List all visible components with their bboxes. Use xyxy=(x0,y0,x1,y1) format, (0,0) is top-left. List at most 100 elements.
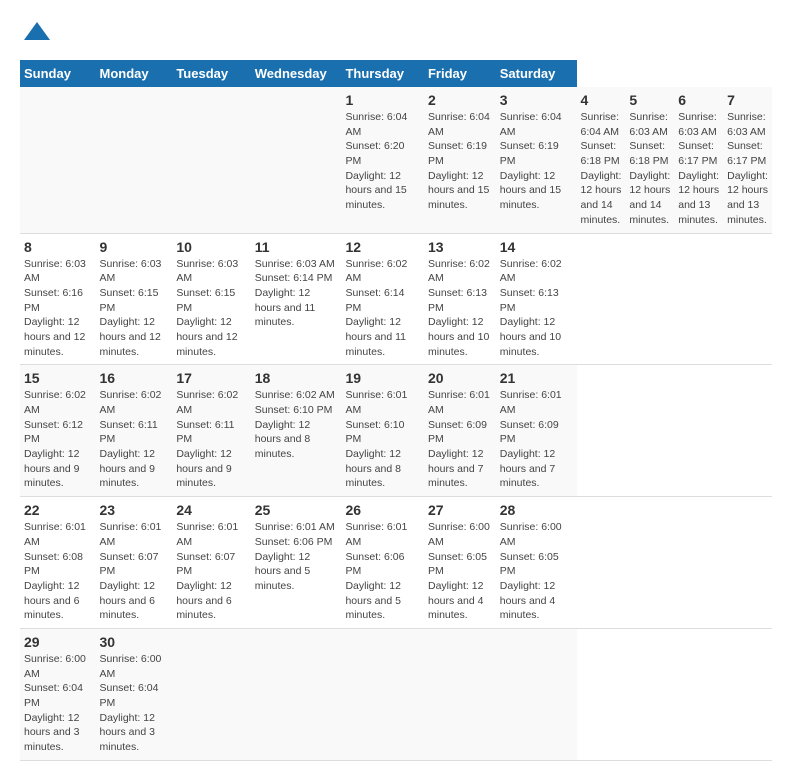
calendar-cell: 15Sunrise: 6:02 AMSunset: 6:12 PMDayligh… xyxy=(20,365,96,497)
day-info: Sunrise: 6:02 AMSunset: 6:10 PMDaylight:… xyxy=(255,388,338,461)
day-info: Sunrise: 6:02 AMSunset: 6:13 PMDaylight:… xyxy=(500,257,573,360)
calendar-cell: 13 Sunrise: 6:02 AMSunset: 6:13 PMDayligh… xyxy=(424,233,496,365)
day-number: 27 xyxy=(428,502,492,518)
calendar-cell: 14 Sunrise: 6:02 AMSunset: 6:13 PMDayligh… xyxy=(496,233,577,365)
day-info: Sunrise: 6:01 AMSunset: 6:09 PMDaylight:… xyxy=(500,388,573,491)
calendar-cell: 20 Sunrise: 6:01 AMSunset: 6:09 PMDayligh… xyxy=(424,365,496,497)
calendar-cell xyxy=(251,628,342,760)
day-number: 13 xyxy=(428,239,492,255)
calendar-cell: 26 Sunrise: 6:01 AMSunset: 6:06 PMDayligh… xyxy=(341,497,424,629)
day-number: 21 xyxy=(500,370,573,386)
day-info: Sunrise: 6:02 AMSunset: 6:14 PMDaylight:… xyxy=(345,257,420,360)
weekday-header-friday: Friday xyxy=(424,60,496,87)
day-info: Sunrise: 6:03 AMSunset: 6:15 PMDaylight:… xyxy=(100,257,169,360)
calendar-week-3: 15Sunrise: 6:02 AMSunset: 6:12 PMDayligh… xyxy=(20,365,772,497)
calendar-cell: 24 Sunrise: 6:01 AMSunset: 6:07 PMDayligh… xyxy=(172,497,250,629)
calendar-cell: 16 Sunrise: 6:02 AMSunset: 6:11 PMDayligh… xyxy=(96,365,173,497)
day-info: Sunrise: 6:01 AMSunset: 6:07 PMDaylight:… xyxy=(100,520,169,623)
day-number: 6 xyxy=(678,92,719,108)
calendar-cell: 25 Sunrise: 6:01 AMSunset: 6:06 PMDayligh… xyxy=(251,497,342,629)
calendar-cell: 1 Sunrise: 6:04 AMSunset: 6:20 PMDaylight… xyxy=(341,87,424,233)
day-info: Sunrise: 6:01 AMSunset: 6:06 PMDaylight:… xyxy=(255,520,338,593)
calendar-cell xyxy=(424,628,496,760)
day-info: Sunrise: 6:03 AMSunset: 6:17 PMDaylight:… xyxy=(678,110,719,228)
weekday-header-row: SundayMondayTuesdayWednesdayThursdayFrid… xyxy=(20,60,772,87)
calendar-cell: 9Sunrise: 6:03 AMSunset: 6:15 PMDaylight… xyxy=(96,233,173,365)
calendar-cell: 28 Sunrise: 6:00 AMSunset: 6:05 PMDayligh… xyxy=(496,497,577,629)
day-info: Sunrise: 6:01 AMSunset: 6:08 PMDaylight:… xyxy=(24,520,92,623)
calendar-cell: 18 Sunrise: 6:02 AMSunset: 6:10 PMDayligh… xyxy=(251,365,342,497)
calendar-cell xyxy=(172,628,250,760)
day-info: Sunrise: 6:02 AMSunset: 6:13 PMDaylight:… xyxy=(428,257,492,360)
calendar-cell xyxy=(96,87,173,233)
day-info: Sunrise: 6:03 AMSunset: 6:14 PMDaylight:… xyxy=(255,257,338,330)
logo-icon xyxy=(22,20,52,50)
day-number: 15 xyxy=(24,370,92,386)
day-number: 19 xyxy=(345,370,420,386)
day-number: 11 xyxy=(255,239,338,255)
day-info: Sunrise: 6:00 AMSunset: 6:05 PMDaylight:… xyxy=(500,520,573,623)
calendar-week-5: 29 Sunrise: 6:00 AMSunset: 6:04 PMDayligh… xyxy=(20,628,772,760)
day-number: 3 xyxy=(500,92,573,108)
day-number: 26 xyxy=(345,502,420,518)
day-number: 25 xyxy=(255,502,338,518)
calendar-cell: 19 Sunrise: 6:01 AMSunset: 6:10 PMDayligh… xyxy=(341,365,424,497)
calendar-cell: 21 Sunrise: 6:01 AMSunset: 6:09 PMDayligh… xyxy=(496,365,577,497)
day-info: Sunrise: 6:01 AMSunset: 6:10 PMDaylight:… xyxy=(345,388,420,491)
day-number: 24 xyxy=(176,502,246,518)
day-number: 18 xyxy=(255,370,338,386)
calendar-cell xyxy=(172,87,250,233)
calendar-week-4: 22 Sunrise: 6:01 AMSunset: 6:08 PMDayligh… xyxy=(20,497,772,629)
calendar-cell: 4Sunrise: 6:04 AMSunset: 6:18 PMDaylight… xyxy=(577,87,626,233)
calendar-cell xyxy=(496,628,577,760)
day-number: 29 xyxy=(24,634,92,650)
day-number: 20 xyxy=(428,370,492,386)
day-number: 22 xyxy=(24,502,92,518)
day-number: 10 xyxy=(176,239,246,255)
day-info: Sunrise: 6:01 AMSunset: 6:06 PMDaylight:… xyxy=(345,520,420,623)
weekday-header-sunday: Sunday xyxy=(20,60,96,87)
day-info: Sunrise: 6:00 AMSunset: 6:04 PMDaylight:… xyxy=(24,652,92,755)
calendar-cell: 6 Sunrise: 6:03 AMSunset: 6:17 PMDaylight… xyxy=(674,87,723,233)
day-info: Sunrise: 6:00 AMSunset: 6:04 PMDaylight:… xyxy=(100,652,169,755)
day-info: Sunrise: 6:02 AMSunset: 6:11 PMDaylight:… xyxy=(100,388,169,491)
calendar-cell: 30Sunrise: 6:00 AMSunset: 6:04 PMDayligh… xyxy=(96,628,173,760)
day-info: Sunrise: 6:04 AMSunset: 6:18 PMDaylight:… xyxy=(581,110,622,228)
day-number: 28 xyxy=(500,502,573,518)
day-info: Sunrise: 6:03 AMSunset: 6:15 PMDaylight:… xyxy=(176,257,246,360)
weekday-header-tuesday: Tuesday xyxy=(172,60,250,87)
weekday-header-saturday: Saturday xyxy=(496,60,577,87)
calendar-cell: 17Sunrise: 6:02 AMSunset: 6:11 PMDayligh… xyxy=(172,365,250,497)
day-info: Sunrise: 6:03 AMSunset: 6:16 PMDaylight:… xyxy=(24,257,92,360)
day-number: 5 xyxy=(629,92,670,108)
day-info: Sunrise: 6:04 AMSunset: 6:19 PMDaylight:… xyxy=(500,110,573,213)
weekday-header-monday: Monday xyxy=(96,60,173,87)
calendar-cell: 3 Sunrise: 6:04 AMSunset: 6:19 PMDaylight… xyxy=(496,87,577,233)
day-info: Sunrise: 6:04 AMSunset: 6:19 PMDaylight:… xyxy=(428,110,492,213)
calendar-cell: 5Sunrise: 6:03 AMSunset: 6:18 PMDaylight… xyxy=(625,87,674,233)
day-number: 14 xyxy=(500,239,573,255)
page-header xyxy=(20,20,772,50)
calendar-table: SundayMondayTuesdayWednesdayThursdayFrid… xyxy=(20,60,772,761)
day-number: 2 xyxy=(428,92,492,108)
day-info: Sunrise: 6:01 AMSunset: 6:09 PMDaylight:… xyxy=(428,388,492,491)
calendar-week-2: 8 Sunrise: 6:03 AMSunset: 6:16 PMDaylight… xyxy=(20,233,772,365)
calendar-cell: 12 Sunrise: 6:02 AMSunset: 6:14 PMDayligh… xyxy=(341,233,424,365)
day-number: 12 xyxy=(345,239,420,255)
calendar-cell: 11 Sunrise: 6:03 AMSunset: 6:14 PMDayligh… xyxy=(251,233,342,365)
day-number: 8 xyxy=(24,239,92,255)
day-info: Sunrise: 6:04 AMSunset: 6:20 PMDaylight:… xyxy=(345,110,420,213)
day-info: Sunrise: 6:00 AMSunset: 6:05 PMDaylight:… xyxy=(428,520,492,623)
calendar-cell: 29 Sunrise: 6:00 AMSunset: 6:04 PMDayligh… xyxy=(20,628,96,760)
day-number: 16 xyxy=(100,370,169,386)
day-number: 7 xyxy=(727,92,768,108)
calendar-cell: 27 Sunrise: 6:00 AMSunset: 6:05 PMDayligh… xyxy=(424,497,496,629)
day-info: Sunrise: 6:01 AMSunset: 6:07 PMDaylight:… xyxy=(176,520,246,623)
calendar-cell: 8 Sunrise: 6:03 AMSunset: 6:16 PMDaylight… xyxy=(20,233,96,365)
logo-text xyxy=(20,20,52,50)
day-info: Sunrise: 6:02 AMSunset: 6:11 PMDaylight:… xyxy=(176,388,246,491)
day-info: Sunrise: 6:03 AMSunset: 6:17 PMDaylight:… xyxy=(727,110,768,228)
day-number: 1 xyxy=(345,92,420,108)
weekday-header-wednesday: Wednesday xyxy=(251,60,342,87)
calendar-cell xyxy=(20,87,96,233)
